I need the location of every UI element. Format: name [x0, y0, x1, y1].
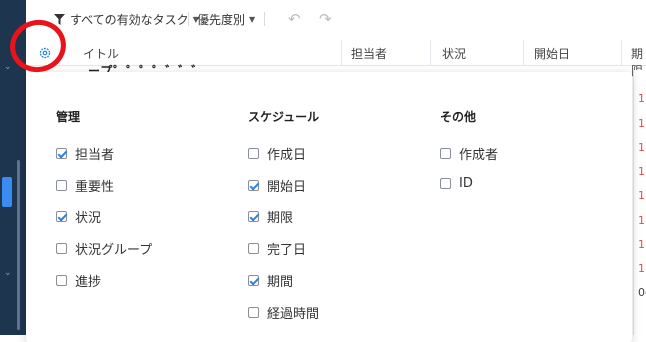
column-header-assignee[interactable]: 担当者 — [351, 45, 387, 62]
date-cell: 1 — [638, 165, 645, 178]
checkbox[interactable] — [248, 243, 259, 254]
option-label: 期間 — [267, 275, 294, 290]
option-label: 作成者 — [459, 148, 499, 163]
filter-dropdown[interactable]: すべての有効なタスク ▼ — [54, 11, 199, 28]
checkbox[interactable] — [56, 148, 67, 159]
option-label: 進捗 — [75, 275, 102, 290]
chevron-down-icon[interactable]: ⌄ — [4, 62, 12, 72]
group-title-management: 管理 — [56, 110, 81, 124]
date-cell: 04 — [638, 286, 646, 299]
column-header-title[interactable]: イトル — [83, 45, 119, 62]
checkbox[interactable] — [56, 275, 67, 286]
checkbox[interactable] — [248, 148, 259, 159]
date-cell: 1 — [638, 117, 645, 130]
checkbox[interactable] — [248, 307, 259, 318]
checkbox[interactable] — [440, 148, 451, 159]
checkbox[interactable] — [56, 180, 67, 191]
column-settings-panel: 管理 担当者 重要性 状況 状況グループ 進捗 スケジュール 作成日 開始日 期… — [26, 72, 632, 342]
option-label: 経過時間 — [267, 307, 320, 322]
sort-dropdown[interactable]: 優先度別 ▼ — [197, 11, 255, 28]
column-header-start-date[interactable]: 開始日 — [534, 45, 570, 62]
caret-down-icon: ▼ — [249, 15, 256, 24]
option-label: ID — [459, 176, 473, 191]
option-elapsed-time[interactable]: 経過時間 — [248, 303, 319, 322]
option-importance[interactable]: 重要性 — [56, 176, 114, 195]
option-assignee[interactable]: 担当者 — [56, 144, 114, 163]
sidebar-scrollbar[interactable] — [17, 160, 20, 330]
option-label: 担当者 — [75, 148, 115, 163]
option-progress[interactable]: 進捗 — [56, 271, 101, 290]
toolbar-divider — [188, 12, 189, 26]
column-divider — [621, 40, 622, 65]
filter-label: すべての有効なタスク — [70, 13, 189, 27]
sort-label: 優先度別 — [197, 13, 246, 27]
column-divider — [341, 40, 342, 65]
option-label: 状況 — [75, 211, 102, 226]
due-date-column: 1 1 1 1 1 1 1 1 04 — [633, 70, 646, 335]
option-label: 作成日 — [267, 148, 307, 163]
column-divider — [523, 40, 524, 65]
option-due-date[interactable]: 期限 — [248, 207, 293, 226]
checkbox[interactable] — [56, 243, 67, 254]
group-title-other: その他 — [440, 110, 477, 124]
checkbox[interactable] — [248, 275, 259, 286]
date-cell: 1 — [638, 238, 645, 251]
group-title-schedule: スケジュール — [248, 110, 320, 124]
option-creator[interactable]: 作成者 — [440, 144, 498, 163]
undo-icon[interactable]: ↶ — [288, 10, 301, 28]
column-divider — [430, 40, 431, 65]
toolbar: すべての有効なタスク ▼ 優先度別 ▼ ↶ ↷ — [26, 0, 646, 41]
checkbox[interactable] — [440, 178, 451, 189]
option-status[interactable]: 状況 — [56, 207, 101, 226]
option-label: 重要性 — [75, 180, 115, 195]
chevron-down-icon[interactable]: ⌄ — [4, 268, 12, 278]
date-cell: 1 — [638, 92, 645, 105]
checkbox[interactable] — [248, 211, 259, 222]
filter-icon — [54, 14, 65, 25]
date-cell: 1 — [638, 189, 645, 202]
option-start-date[interactable]: 開始日 — [248, 176, 306, 195]
option-completed-date[interactable]: 完了日 — [248, 239, 306, 258]
checkbox[interactable] — [248, 180, 259, 191]
checkbox[interactable] — [56, 211, 67, 222]
option-created-date[interactable]: 作成日 — [248, 144, 306, 163]
date-cell: 1 — [638, 141, 645, 154]
option-label: 完了日 — [267, 243, 307, 258]
date-cell: 1 — [638, 262, 645, 275]
option-id[interactable]: ID — [440, 176, 473, 191]
option-label: 期限 — [267, 211, 294, 226]
column-header-status[interactable]: 状況 — [442, 45, 466, 62]
date-cell: 1 — [638, 214, 645, 227]
option-status-group[interactable]: 状況グループ — [56, 239, 152, 258]
toolbar-divider — [264, 12, 265, 26]
option-label: 開始日 — [267, 180, 307, 195]
option-duration[interactable]: 期間 — [248, 271, 293, 290]
sidebar-selected-item[interactable] — [2, 177, 12, 207]
option-label: 状況グループ — [75, 243, 153, 258]
redo-icon[interactable]: ↷ — [319, 10, 332, 28]
